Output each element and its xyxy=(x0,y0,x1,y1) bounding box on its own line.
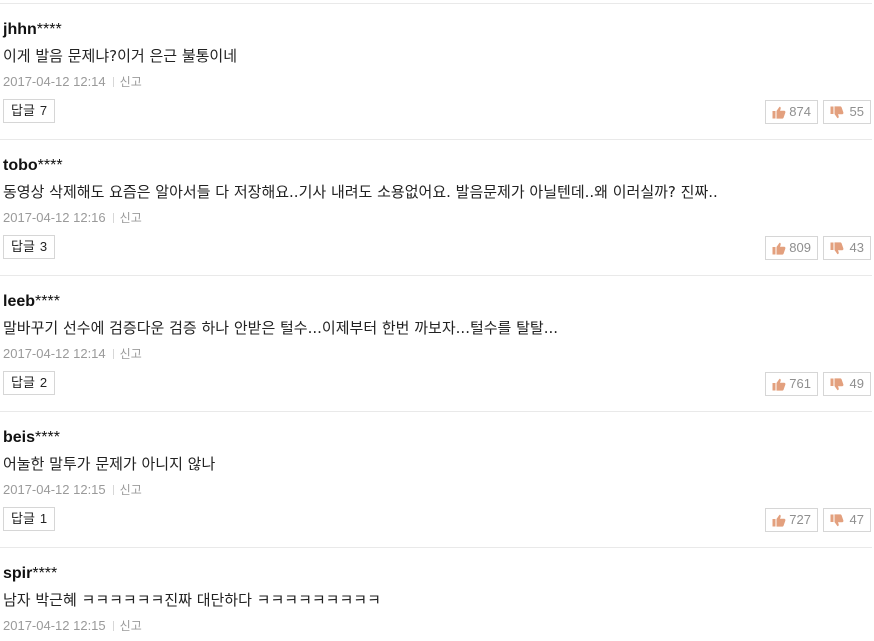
meta-separator xyxy=(112,349,114,359)
thumbs-down-icon xyxy=(830,242,844,255)
meta-separator xyxy=(112,485,114,495)
reply-button[interactable]: 답글 3 xyxy=(3,235,56,259)
reply-label: 답글 xyxy=(11,376,35,391)
meta-separator xyxy=(112,213,114,223)
comment-meta: 2017-04-12 12:14 신고 xyxy=(3,74,142,90)
comment-author: spir**** xyxy=(3,565,57,583)
report-link[interactable]: 신고 xyxy=(120,347,142,361)
report-link[interactable]: 신고 xyxy=(120,619,142,633)
thumbs-up-icon xyxy=(772,378,786,391)
reply-button[interactable]: 답글 1 xyxy=(3,507,56,531)
comment-author: jhhn**** xyxy=(3,21,62,39)
report-link[interactable]: 신고 xyxy=(120,211,142,225)
comment-datetime: 2017-04-12 12:14 xyxy=(3,346,106,361)
comment-text: 이게 발음 문제냐?이거 은근 불통이네 xyxy=(3,47,238,65)
meta-separator xyxy=(112,77,114,87)
like-count: 874 xyxy=(789,104,811,119)
comment-datetime: 2017-04-12 12:14 xyxy=(3,74,106,89)
reply-label: 답글 xyxy=(11,512,35,527)
dislike-button[interactable]: 47 xyxy=(823,508,871,532)
comment-item: tobo**** 동영상 삭제해도 요즘은 알아서들 다 저장해요..기사 내려… xyxy=(0,140,872,276)
comment-author: beis**** xyxy=(3,429,60,447)
author-mask: **** xyxy=(35,293,60,310)
report-link[interactable]: 신고 xyxy=(120,483,142,497)
author-name: tobo xyxy=(3,157,38,174)
author-name: spir xyxy=(3,565,33,582)
comment-text: 말바꾸기 선수에 검증다운 검증 하나 안받은 털수...이제부터 한번 까보자… xyxy=(3,319,559,337)
comment-datetime: 2017-04-12 12:15 xyxy=(3,482,106,497)
comment-author: tobo**** xyxy=(3,157,63,175)
comment-item: beis**** 어눌한 말투가 문제가 아니지 않나 2017-04-12 1… xyxy=(0,412,872,548)
like-count: 761 xyxy=(789,376,811,391)
comment-text: 남자 박근혜 ㅋㅋㅋㅋㅋㅋ진짜 대단하다 ㅋㅋㅋㅋㅋㅋㅋㅋㅋ xyxy=(3,591,381,609)
reply-count: 3 xyxy=(39,239,48,254)
comment-author: leeb**** xyxy=(3,293,60,311)
reply-label: 답글 xyxy=(11,104,35,119)
dislike-count: 55 xyxy=(849,104,864,119)
dislike-button[interactable]: 49 xyxy=(823,372,871,396)
reply-button[interactable]: 답글 7 xyxy=(3,99,56,123)
author-mask: **** xyxy=(37,157,63,174)
comment-item: leeb**** 말바꾸기 선수에 검증다운 검증 하나 안받은 털수...이제… xyxy=(0,276,872,412)
thumbs-down-icon xyxy=(830,378,844,391)
author-name: leeb xyxy=(3,293,36,310)
reply-label: 답글 xyxy=(11,240,35,255)
dislike-count: 47 xyxy=(849,512,864,527)
author-mask: **** xyxy=(35,429,60,446)
comment-meta: 2017-04-12 12:16 신고 xyxy=(3,210,142,226)
dislike-button[interactable]: 43 xyxy=(823,236,871,260)
author-mask: **** xyxy=(36,21,62,38)
reply-count: 1 xyxy=(39,511,48,526)
like-button[interactable]: 761 xyxy=(765,372,818,396)
like-button[interactable]: 874 xyxy=(765,100,818,124)
dislike-count: 49 xyxy=(849,376,864,391)
like-count: 727 xyxy=(789,512,811,527)
thumbs-down-icon xyxy=(830,514,844,527)
comment-datetime: 2017-04-12 12:16 xyxy=(3,210,106,225)
author-name: beis xyxy=(3,429,36,446)
dislike-button[interactable]: 55 xyxy=(823,100,871,124)
reply-button[interactable]: 답글 2 xyxy=(3,371,56,395)
reply-count: 2 xyxy=(39,375,48,390)
author-name: jhhn xyxy=(3,21,37,38)
thumbs-up-icon xyxy=(772,106,786,119)
like-button[interactable]: 727 xyxy=(765,508,818,532)
thumbs-up-icon xyxy=(772,514,786,527)
meta-separator xyxy=(112,621,114,631)
dislike-count: 43 xyxy=(849,240,864,255)
report-link[interactable]: 신고 xyxy=(120,75,142,89)
reply-count: 7 xyxy=(39,103,48,118)
comment-item: spir**** 남자 박근혜 ㅋㅋㅋㅋㅋㅋ진짜 대단하다 ㅋㅋㅋㅋㅋㅋㅋㅋㅋ … xyxy=(0,548,872,641)
comment-item: jhhn**** 이게 발음 문제냐?이거 은근 불통이네 2017-04-12… xyxy=(0,4,872,140)
comment-text: 동영상 삭제해도 요즘은 알아서들 다 저장해요..기사 내려도 소용없어요. … xyxy=(3,183,718,201)
comment-meta: 2017-04-12 12:15 신고 xyxy=(3,482,142,498)
like-count: 809 xyxy=(789,240,811,255)
comment-meta: 2017-04-12 12:14 신고 xyxy=(3,346,142,362)
comment-datetime: 2017-04-12 12:15 xyxy=(3,618,106,633)
thumbs-up-icon xyxy=(772,242,786,255)
thumbs-down-icon xyxy=(830,106,844,119)
like-button[interactable]: 809 xyxy=(765,236,818,260)
comment-meta: 2017-04-12 12:15 신고 xyxy=(3,618,142,634)
author-mask: **** xyxy=(32,565,58,582)
comment-text: 어눌한 말투가 문제가 아니지 않나 xyxy=(3,455,216,473)
